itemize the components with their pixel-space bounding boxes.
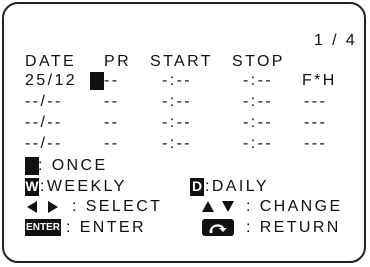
right-arrow-icon [48,201,58,213]
legend-daily: :DAILY [205,178,269,195]
row-2-mode[interactable]: --- [304,93,327,111]
row-1-pr[interactable]: -- [104,72,119,90]
row-4-start[interactable]: -:-- [162,135,192,153]
row-2-pr[interactable]: -- [104,93,119,111]
down-arrow-icon [222,201,234,212]
weekly-key-icon: W [25,178,39,196]
daily-key-icon: D [190,178,204,196]
row-3-pr[interactable]: -- [104,114,119,132]
selection-cursor [90,72,104,90]
row-2-stop[interactable]: -:-- [243,93,273,111]
row-3-stop[interactable]: -:-- [243,114,273,132]
return-icon [202,219,234,236]
legend-enter: : ENTER [66,219,146,236]
row-3-start[interactable]: -:-- [162,114,192,132]
row-1-date[interactable]: 25/12 [25,72,77,90]
row-3-date[interactable]: --/-- [25,114,63,132]
row-1-start[interactable]: -:-- [162,72,192,90]
header-date: DATE [25,53,77,70]
enter-key-icon: ENTER [25,219,61,236]
up-arrow-icon [202,201,214,212]
once-marker-icon [25,157,39,175]
header-stop: STOP [232,53,285,70]
row-4-stop[interactable]: -:-- [243,135,273,153]
row-4-date[interactable]: --/-- [25,135,63,153]
left-arrow-icon [27,201,37,213]
row-2-start[interactable]: -:-- [162,93,192,111]
row-1-stop[interactable]: -:-- [243,72,273,90]
row-2-date[interactable]: --/-- [25,93,63,111]
row-3-mode[interactable]: --- [304,114,327,132]
page-indicator: 1 / 4 [314,32,358,49]
row-4-mode[interactable]: --- [304,135,327,153]
header-start: START [150,53,213,70]
legend-once: : ONCE [38,157,108,174]
legend-select: : SELECT [72,198,163,215]
row-4-pr[interactable]: -- [104,135,119,153]
return-arrow-glyph [209,224,227,234]
row-1-mode[interactable]: F*H [302,72,337,90]
legend-return: : RETURN [246,219,341,236]
legend-weekly: :WEEKLY [40,178,127,195]
legend-change: : CHANGE [246,198,343,215]
header-pr: PR [104,53,132,70]
